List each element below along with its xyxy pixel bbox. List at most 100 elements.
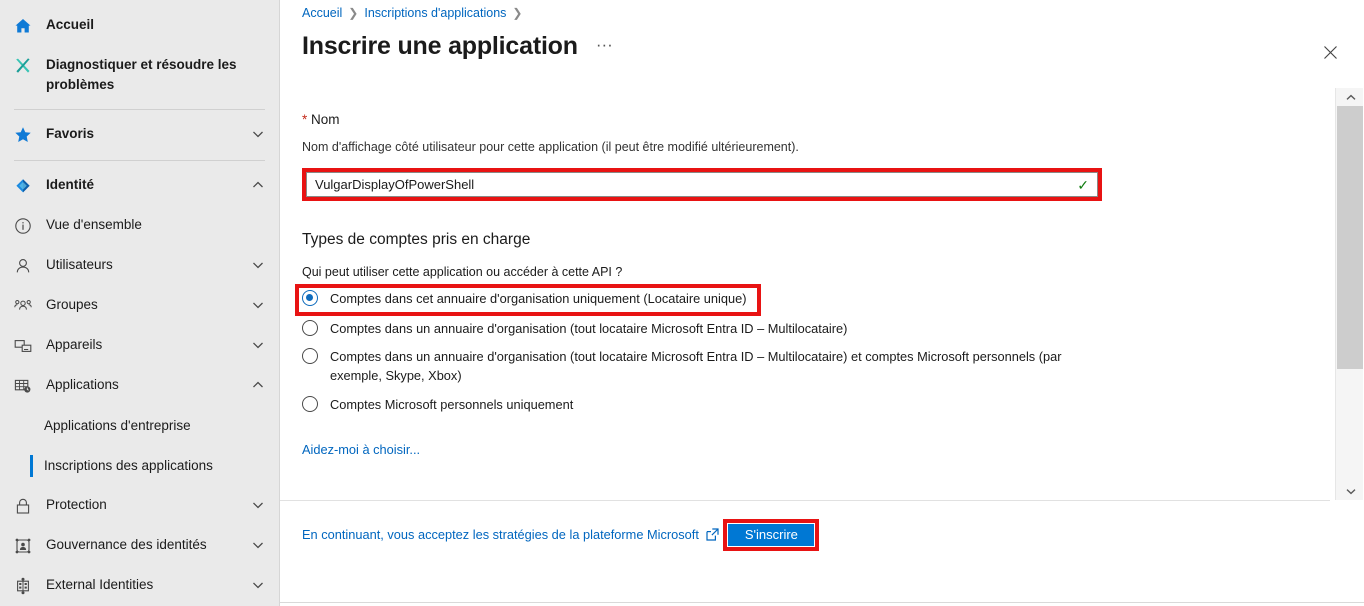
blade-footer: En continuant, vous acceptez les stratég… — [280, 500, 1330, 606]
sidebar-item-label: Groupes — [46, 297, 98, 312]
chevron-down-icon[interactable] — [251, 578, 265, 592]
sidebar-item-label: Vue d'ensemble — [46, 217, 142, 232]
radio-option-label: Comptes dans un annuaire d'organisation … — [330, 349, 1062, 383]
radio-option-label: Comptes Microsoft personnels uniquement — [330, 397, 574, 412]
radio-option-multi-tenant[interactable]: Comptes dans un annuaire d'organisation … — [302, 319, 1092, 338]
sidebar-item-label: Appareils — [46, 337, 103, 352]
more-actions-button[interactable]: ··· — [592, 36, 617, 53]
home-icon — [12, 15, 34, 37]
external-link-icon — [706, 528, 719, 541]
chevron-down-icon[interactable] — [251, 298, 265, 312]
sidebar-item-favoris[interactable]: Favoris — [0, 115, 279, 155]
help-me-choose-link[interactable]: Aidez-moi à choisir... — [302, 442, 420, 457]
chevron-down-icon[interactable] — [251, 498, 265, 512]
scroll-up-button[interactable] — [1336, 88, 1364, 106]
sidebar-item-inscriptions-des-applications[interactable]: Inscriptions des applications — [0, 446, 279, 486]
breadcrumb-item-inscriptions-dapplications[interactable]: Inscriptions d'applications — [364, 6, 506, 20]
star-icon — [12, 124, 34, 146]
sidebar-item-utilisateurs[interactable]: Utilisateurs — [0, 246, 279, 286]
account-types-radio-group: Comptes dans cet annuaire d'organisation… — [295, 284, 1308, 414]
sidebar-item-label: External Identities — [46, 577, 154, 592]
sidebar-item-label: Diagnostiquer et résoudre les problèmes — [46, 57, 237, 92]
form-content: * Nom Nom d'affichage côté utilisateur p… — [280, 88, 1330, 500]
register-button[interactable]: S'inscrire — [728, 524, 815, 546]
sidebar-item-vue-densemble[interactable]: Vue d'ensemble — [0, 206, 279, 246]
sidebar-item-label: Favoris — [46, 126, 95, 141]
bottom-edge-strip — [280, 602, 1364, 606]
chevron-down-icon — [1346, 488, 1355, 494]
name-input-container[interactable]: ✓ — [306, 172, 1098, 197]
chevron-up-icon[interactable] — [251, 378, 265, 392]
account-types-section-title: Types de comptes pris en charge — [302, 231, 531, 248]
sidebar-item-label: Protection — [46, 497, 107, 512]
entra-diamond-icon — [12, 175, 34, 197]
applications-grid-icon — [12, 375, 34, 397]
breadcrumb-separator-icon: ❯ — [348, 6, 359, 20]
radio-indicator-icon — [302, 348, 318, 364]
sidebar-divider-2 — [14, 160, 265, 161]
title-row: Inscrire une application ··· — [302, 32, 617, 61]
identity-governance-icon — [12, 535, 34, 557]
sidebar-item-applications[interactable]: Applications — [0, 366, 279, 406]
external-identities-icon — [12, 575, 34, 597]
sidebar-item-appareils[interactable]: Appareils — [0, 326, 279, 366]
scroll-down-button[interactable] — [1336, 482, 1364, 500]
sidebar-item-accueil[interactable]: Accueil — [0, 6, 279, 46]
sidebar-item-label: Applications — [46, 377, 119, 392]
sidebar-item-label: Utilisateurs — [46, 257, 113, 272]
platform-policies-text: En continuant, vous acceptez les stratég… — [302, 527, 699, 542]
vertical-scrollbar[interactable] — [1335, 88, 1364, 500]
left-navigation-sidebar: Accueil Diagnostiquer et résoudre les pr… — [0, 0, 280, 606]
sidebar-item-external-identities[interactable]: External Identities — [0, 566, 279, 606]
radio-option-label: Comptes dans un annuaire d'organisation … — [330, 321, 848, 336]
name-input[interactable] — [315, 177, 1072, 192]
close-icon — [1323, 45, 1338, 60]
sidebar-divider-1 — [14, 109, 265, 110]
valid-check-icon: ✓ — [1077, 176, 1089, 193]
radio-indicator-icon — [302, 290, 318, 306]
sidebar-item-label: Accueil — [46, 17, 95, 32]
account-types-question: Qui peut utiliser cette application ou a… — [302, 265, 623, 279]
sidebar-subitem-label: Inscriptions des applications — [44, 458, 213, 473]
sidebar-item-protection[interactable]: Protection — [0, 486, 279, 526]
chevron-down-icon[interactable] — [251, 258, 265, 272]
name-field-helper-text: Nom d'affichage côté utilisateur pour ce… — [302, 140, 799, 154]
chevron-down-icon[interactable] — [251, 127, 265, 141]
name-label-text: Nom — [311, 112, 340, 127]
lock-icon — [12, 495, 34, 517]
sidebar-subitem-label: Applications d'entreprise — [44, 418, 191, 433]
radio-indicator-icon — [302, 320, 318, 336]
main-blade: Accueil ❯ Inscriptions d'applications ❯ … — [280, 0, 1364, 606]
info-circle-icon — [12, 215, 34, 237]
name-field-label: * Nom — [302, 112, 1308, 127]
chevron-up-icon — [1346, 94, 1355, 100]
sidebar-item-label: Identité — [46, 177, 95, 192]
required-marker: * — [302, 112, 308, 127]
sidebar-item-identite[interactable]: Identité — [0, 166, 279, 206]
tools-icon — [12, 55, 34, 77]
azure-portal-screen: Accueil Diagnostiquer et résoudre les pr… — [0, 0, 1364, 606]
sidebar-item-gouvernance-des-identites[interactable]: Gouvernance des identités — [0, 526, 279, 566]
name-input-highlight-box: ✓ — [302, 168, 1102, 201]
breadcrumb: Accueil ❯ Inscriptions d'applications ❯ — [302, 6, 522, 20]
chevron-down-icon[interactable] — [251, 538, 265, 552]
user-icon — [12, 255, 34, 277]
page-title: Inscrire une application — [302, 32, 578, 60]
radio-option-label: Comptes dans cet annuaire d'organisation… — [330, 291, 747, 306]
radio-option-personal-only[interactable]: Comptes Microsoft personnels uniquement — [302, 395, 1092, 414]
chevron-up-icon[interactable] — [251, 178, 265, 192]
breadcrumb-separator-icon: ❯ — [512, 6, 523, 20]
sidebar-item-applications-entreprise[interactable]: Applications d'entreprise — [0, 406, 279, 446]
sidebar-item-groupes[interactable]: Groupes — [0, 286, 279, 326]
platform-policies-link[interactable]: En continuant, vous acceptez les stratég… — [302, 527, 719, 542]
submit-highlight-box: S'inscrire — [723, 519, 820, 551]
sidebar-item-diagnostiquer[interactable]: Diagnostiquer et résoudre les problèmes — [0, 46, 279, 104]
scrollbar-thumb[interactable] — [1337, 106, 1364, 369]
close-button[interactable] — [1318, 40, 1342, 64]
devices-icon — [12, 335, 34, 357]
radio-option-single-tenant[interactable]: Comptes dans cet annuaire d'organisation… — [295, 284, 1092, 316]
breadcrumb-item-accueil[interactable]: Accueil — [302, 6, 342, 20]
radio-option-multi-tenant-and-personal[interactable]: Comptes dans un annuaire d'organisation … — [302, 347, 1092, 385]
chevron-down-icon[interactable] — [251, 338, 265, 352]
sidebar-item-label: Gouvernance des identités — [46, 537, 207, 552]
